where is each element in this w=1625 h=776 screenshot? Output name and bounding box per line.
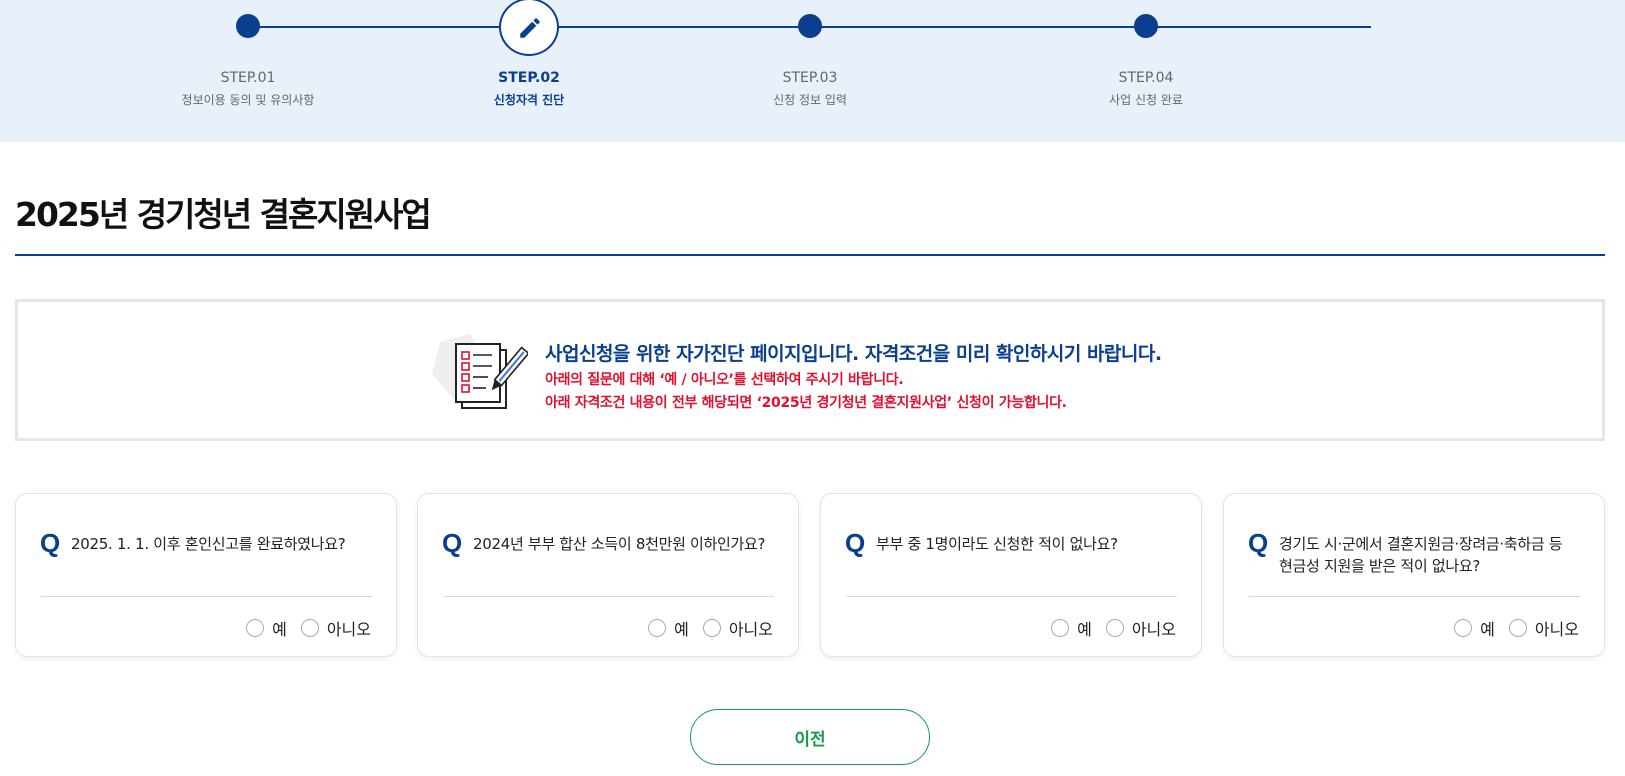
no-option[interactable]: 아니오 xyxy=(1105,616,1176,640)
yes-label: 예 xyxy=(272,620,287,639)
yes-radio[interactable] xyxy=(648,619,667,637)
no-label: 아니오 xyxy=(728,620,773,639)
question-text: 2025. 1. 1. 이후 혼인신고를 완료하였나요? xyxy=(71,535,346,553)
prev-button[interactable]: 이전 xyxy=(690,709,930,765)
question-text: 부부 중 1명이라도 신청한 적이 없나요? xyxy=(876,535,1118,553)
yes-option[interactable]: 예 xyxy=(246,616,287,640)
yes-radio[interactable] xyxy=(1051,619,1070,637)
q-icon: Q xyxy=(845,528,866,558)
step-4-label: 사업 신청 완료 xyxy=(1109,93,1183,107)
no-option[interactable]: 아니오 xyxy=(702,616,773,640)
question-card-1: Q 2025. 1. 1. 이후 혼인신고를 완료하였나요? 예 아니오 xyxy=(15,493,397,657)
step-4-number: STEP.04 xyxy=(1118,70,1174,86)
no-radio[interactable] xyxy=(1105,619,1124,637)
no-option[interactable]: 아니오 xyxy=(1508,616,1579,640)
answer-options: 예 아니오 xyxy=(232,616,371,640)
step-3-dot xyxy=(798,14,822,38)
notice-instruction: 아래의 질문에 대해 ‘예 / 아니오’를 선택하여 주시기 바랍니다. xyxy=(545,372,904,388)
no-radio[interactable] xyxy=(300,619,319,637)
step-1-number: STEP.01 xyxy=(220,70,276,86)
notice-condition: 아래 자격조건 내용이 전부 해당되면 ‘2025년 경기청년 결혼지원사업’ … xyxy=(545,395,1067,411)
pencil-icon xyxy=(520,18,540,38)
no-radio[interactable] xyxy=(702,619,721,637)
yes-label: 예 xyxy=(674,620,689,639)
question-text: 경기도 시·군에서 결혼지원금·장려금·축하금 등 현금성 지원을 받은 적이 … xyxy=(1279,535,1563,575)
card-divider xyxy=(846,596,1177,597)
yes-radio[interactable] xyxy=(246,619,265,637)
step-2-label: 신청자격 진단 xyxy=(493,93,565,107)
step-3-label: 신청 정보 입력 xyxy=(773,93,847,107)
card-divider xyxy=(1249,596,1580,597)
yes-option[interactable]: 예 xyxy=(1454,616,1495,640)
yes-option[interactable]: 예 xyxy=(648,616,689,640)
q-icon: Q xyxy=(442,528,463,558)
title-divider xyxy=(15,254,1605,256)
yes-option[interactable]: 예 xyxy=(1051,616,1092,640)
card-divider xyxy=(443,596,774,597)
step-4-dot xyxy=(1134,14,1158,38)
notice-main-text: 사업신청을 위한 자가진단 페이지입니다. 자격조건을 미리 확인하시기 바랍니… xyxy=(545,343,1162,365)
no-radio[interactable] xyxy=(1508,619,1527,637)
answer-options: 예 아니오 xyxy=(1440,616,1579,640)
step-2-number: STEP.02 xyxy=(498,70,560,86)
no-option[interactable]: 아니오 xyxy=(300,616,371,640)
no-label: 아니오 xyxy=(1131,620,1176,639)
card-divider xyxy=(41,596,372,597)
step-1-dot xyxy=(236,14,260,38)
step-progress-bar: STEP.01 정보이용 동의 및 유의사항 STEP.02 신청자격 진단 S… xyxy=(0,0,1625,142)
page-title: 2025년 경기청년 결혼지원사업 xyxy=(15,195,432,234)
answer-options: 예 아니오 xyxy=(634,616,773,640)
yes-label: 예 xyxy=(1480,620,1495,639)
answer-options: 예 아니오 xyxy=(1037,616,1176,640)
q-icon: Q xyxy=(1248,528,1269,558)
checklist-icon xyxy=(428,330,530,416)
yes-radio[interactable] xyxy=(1454,619,1473,637)
question-card-3: Q 부부 중 1명이라도 신청한 적이 없나요? 예 아니오 xyxy=(820,493,1202,657)
notice-box: 사업신청을 위한 자가진단 페이지입니다. 자격조건을 미리 확인하시기 바랍니… xyxy=(15,299,1605,441)
question-card-2: Q 2024년 부부 합산 소득이 8천만원 이하인가요? 예 아니오 xyxy=(417,493,799,657)
no-label: 아니오 xyxy=(326,620,371,639)
step-1-label: 정보이용 동의 및 유의사항 xyxy=(181,93,315,107)
question-card-4: Q 경기도 시·군에서 결혼지원금·장려금·축하금 등 현금성 지원을 받은 적… xyxy=(1223,493,1605,657)
yes-label: 예 xyxy=(1077,620,1092,639)
notice-text: 사업신청을 위한 자가진단 페이지입니다. 자격조건을 미리 확인하시기 바랍니… xyxy=(545,339,1162,412)
question-text: 2024년 부부 합산 소득이 8천만원 이하인가요? xyxy=(473,535,766,553)
step-2-dot xyxy=(499,0,559,56)
step-3-number: STEP.03 xyxy=(782,70,838,86)
q-icon: Q xyxy=(40,528,61,558)
no-label: 아니오 xyxy=(1534,620,1579,639)
